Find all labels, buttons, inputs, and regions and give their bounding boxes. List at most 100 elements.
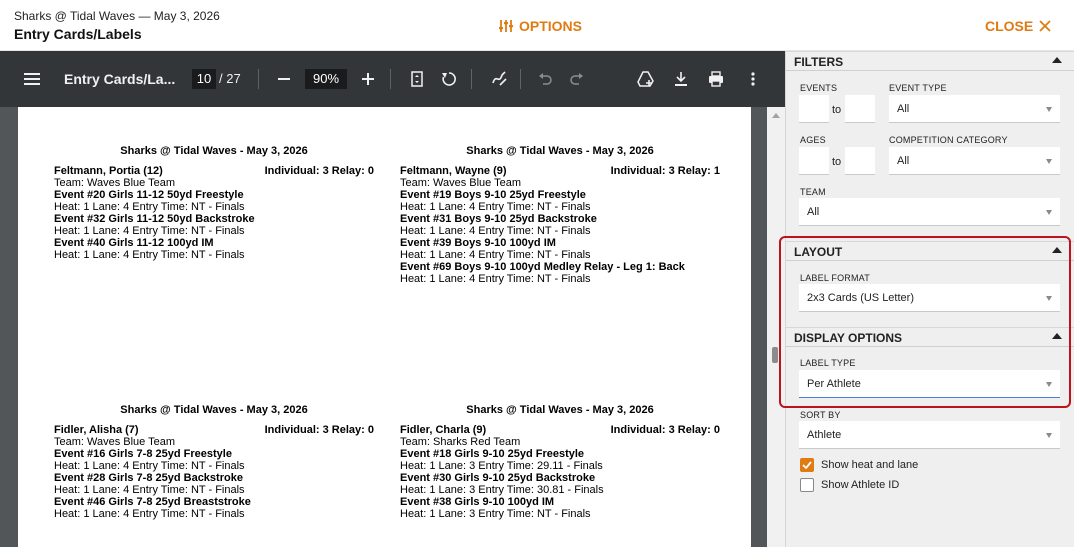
- dropdown-caret-icon: [1046, 433, 1052, 438]
- zoom-in-icon[interactable]: [358, 69, 378, 89]
- card-athlete-name: Fidler, Alisha (7): [54, 424, 139, 436]
- card-heat-lane: Heat: 1 Lane: 4 Entry Time: NT - Finals: [54, 201, 245, 213]
- card-entry-counts: Individual: 3 Relay: 0: [264, 165, 374, 177]
- dropdown-caret-icon: [1046, 159, 1052, 164]
- toolbar-divider: [471, 69, 472, 89]
- close-label: CLOSE: [985, 18, 1034, 34]
- toolbar-divider: [258, 69, 259, 89]
- card-heat-lane: Heat: 1 Lane: 4 Entry Time: NT - Finals: [54, 225, 245, 237]
- print-icon[interactable]: [706, 69, 726, 89]
- card-meet-title: Sharks @ Tidal Waves - May 3, 2026: [120, 404, 308, 416]
- undo-icon[interactable]: [535, 69, 555, 89]
- card-heat-lane: Heat: 1 Lane: 4 Entry Time: NT - Finals: [54, 508, 245, 520]
- close-icon: [1039, 20, 1051, 32]
- card-event: Event #39 Boys 9-10 100yd IM: [400, 237, 556, 249]
- card-heat-lane: Heat: 1 Lane: 4 Entry Time: NT - Finals: [54, 249, 245, 261]
- card-meet-title: Sharks @ Tidal Waves - May 3, 2026: [466, 145, 654, 157]
- entry-card: Sharks @ Tidal Waves - May 3, 2026 Feltm…: [400, 145, 720, 285]
- card-meet-title: Sharks @ Tidal Waves - May 3, 2026: [466, 404, 654, 416]
- card-heat-lane: Heat: 1 Lane: 3 Entry Time: 30.81 - Fina…: [400, 484, 604, 496]
- show-heat-lane-checkbox[interactable]: [800, 458, 814, 472]
- competition-category-select[interactable]: All: [889, 147, 1060, 175]
- event-type-value: All: [897, 103, 910, 115]
- options-button[interactable]: OPTIONS: [499, 18, 582, 34]
- checkmark-icon: [802, 461, 812, 469]
- card-heat-lane: Heat: 1 Lane: 4 Entry Time: NT - Finals: [400, 249, 591, 261]
- fit-page-icon[interactable]: [407, 69, 427, 89]
- team-label: TEAM: [800, 187, 826, 197]
- card-heat-lane: Heat: 1 Lane: 4 Entry Time: NT - Finals: [54, 484, 245, 496]
- ages-label: AGES: [800, 135, 826, 145]
- toolbar-divider: [390, 69, 391, 89]
- menu-icon[interactable]: [22, 69, 42, 89]
- scroll-up-arrow-icon[interactable]: [772, 113, 780, 118]
- events-from-input[interactable]: [799, 95, 829, 123]
- ages-from-input[interactable]: [799, 147, 829, 175]
- show-athlete-id-checkbox[interactable]: [800, 478, 814, 492]
- pdf-toolbar: Entry Cards/La... 10 / 27 90%: [0, 51, 785, 107]
- ages-to-label: to: [832, 156, 842, 168]
- rotate-icon[interactable]: [439, 69, 459, 89]
- sliders-icon: [499, 20, 513, 32]
- zoom-out-icon[interactable]: [274, 69, 294, 89]
- card-event: Event #38 Girls 9-10 100yd IM: [400, 496, 555, 508]
- show-heat-lane-label: Show heat and lane: [821, 459, 919, 471]
- toolbar-divider: [520, 69, 521, 89]
- card-event: Event #28 Girls 7-8 25yd Backstroke: [54, 472, 243, 484]
- events-to-input[interactable]: [845, 95, 875, 123]
- filters-heading: FILTERS: [794, 55, 844, 69]
- team-select[interactable]: All: [799, 198, 1060, 226]
- card-heat-lane: Heat: 1 Lane: 4 Entry Time: NT - Finals: [400, 225, 591, 237]
- card-team: Team: Waves Blue Team: [54, 177, 176, 189]
- show-athlete-id-option[interactable]: Show Athlete ID: [800, 478, 899, 492]
- event-type-label: EVENT TYPE: [889, 83, 947, 93]
- pdf-page: Sharks @ Tidal Waves - May 3, 2026 Feltm…: [18, 107, 751, 547]
- scrollbar-thumb[interactable]: [772, 347, 778, 363]
- sort-by-label: SORT BY: [800, 410, 841, 420]
- zoom-level-input[interactable]: 90%: [305, 69, 347, 89]
- entry-card: Sharks @ Tidal Waves - May 3, 2026 Fidle…: [54, 404, 374, 520]
- card-event: Event #40 Girls 11-12 100yd IM: [54, 237, 214, 249]
- card-athlete-name: Fidler, Charla (9): [400, 424, 487, 436]
- team-value: All: [807, 206, 820, 218]
- card-event: Event #16 Girls 7-8 25yd Freestyle: [54, 448, 232, 460]
- competition-category-value: All: [897, 155, 910, 167]
- event-type-select[interactable]: All: [889, 95, 1060, 123]
- collapse-chevron-icon[interactable]: [1052, 57, 1062, 63]
- ages-to-input[interactable]: [845, 147, 875, 175]
- card-athlete-name: Feltmann, Portia (12): [54, 165, 163, 177]
- card-event: Event #69 Boys 9-10 100yd Medley Relay -…: [400, 261, 685, 273]
- sort-by-value: Athlete: [807, 429, 842, 441]
- show-heat-lane-option[interactable]: Show heat and lane: [800, 458, 918, 472]
- card-entry-counts: Individual: 3 Relay: 1: [610, 165, 720, 177]
- card-event: Event #32 Girls 11-12 50yd Backstroke: [54, 213, 255, 225]
- page-number-input[interactable]: 10: [192, 69, 216, 89]
- top-header: Sharks @ Tidal Waves — May 3, 2026 Entry…: [0, 0, 1074, 51]
- sort-by-select[interactable]: Athlete: [799, 421, 1060, 449]
- card-heat-lane: Heat: 1 Lane: 4 Entry Time: NT - Finals: [54, 460, 245, 472]
- card-event: Event #18 Girls 9-10 25yd Freestyle: [400, 448, 585, 460]
- dropdown-caret-icon: [1046, 210, 1052, 215]
- pdf-document-title: Entry Cards/La...: [64, 71, 176, 87]
- entry-card: Sharks @ Tidal Waves - May 3, 2026 Fidle…: [400, 404, 720, 520]
- download-icon[interactable]: [671, 69, 691, 89]
- entry-card: Sharks @ Tidal Waves - May 3, 2026 Feltm…: [54, 145, 374, 261]
- card-team: Team: Waves Blue Team: [54, 436, 176, 448]
- more-icon[interactable]: [743, 69, 763, 89]
- redo-icon[interactable]: [567, 69, 587, 89]
- events-to-label: to: [832, 104, 842, 116]
- page-total: / 27: [219, 71, 241, 86]
- close-button[interactable]: CLOSE: [985, 18, 1051, 34]
- competition-category-label: COMPETITION CATEGORY: [889, 135, 1008, 145]
- dropdown-caret-icon: [1046, 107, 1052, 112]
- pdf-viewer: Entry Cards/La... 10 / 27 90% Sharks @ T…: [0, 51, 785, 547]
- draw-icon[interactable]: [489, 69, 509, 89]
- card-event: Event #20 Girls 11-12 50yd Freestyle: [54, 189, 244, 201]
- card-entry-counts: Individual: 3 Relay: 0: [610, 424, 720, 436]
- card-heat-lane: Heat: 1 Lane: 3 Entry Time: NT - Finals: [400, 508, 591, 520]
- page-title: Entry Cards/Labels: [14, 26, 142, 42]
- add-to-drive-icon[interactable]: [635, 69, 657, 89]
- filters-section-header[interactable]: FILTERS: [786, 51, 1074, 71]
- events-label: EVENTS: [800, 83, 838, 93]
- highlight-box: [779, 236, 1071, 408]
